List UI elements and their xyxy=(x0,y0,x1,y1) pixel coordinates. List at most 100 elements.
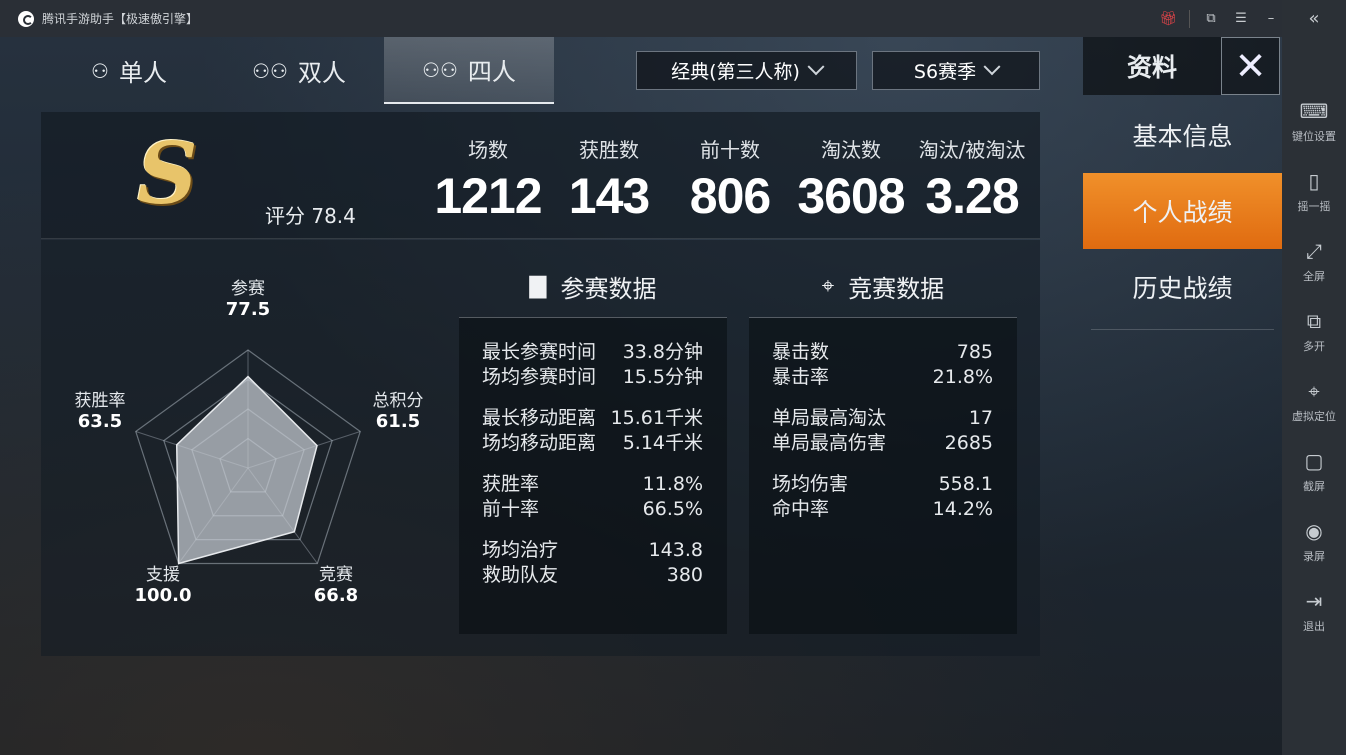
score-value: 78.4 xyxy=(311,204,356,228)
stat-label: 场数 xyxy=(468,138,508,162)
stat-value: 3608 xyxy=(797,168,905,224)
crosshair-icon: ⌖ xyxy=(821,274,835,299)
stat-row: 暴击率 21.8% xyxy=(749,365,1017,390)
stat-label: 获胜数 xyxy=(579,138,639,162)
stat-row-label: 场均参赛时间 xyxy=(482,366,597,388)
menu-item-personal-stats[interactable]: 个人战绩 xyxy=(1083,173,1282,249)
stat-top10: 前十数 806 xyxy=(670,134,790,225)
radar-label-participation: 参赛 77.5 xyxy=(203,274,293,320)
sidebar-item-label: 多开 xyxy=(1303,340,1325,353)
stat-row-value: 66.5% xyxy=(642,498,703,520)
tab-label: 单人 xyxy=(118,59,167,87)
app-logo-icon xyxy=(18,10,34,27)
radar-axis-value: 63.5 xyxy=(77,411,123,432)
stat-group: 场均伤害 558.1 命中率 14.2% xyxy=(749,472,1017,522)
sidebar-item-multi[interactable]: ⧉ 多开 xyxy=(1282,297,1346,367)
stat-label: 淘汰/被淘汰 xyxy=(918,138,1026,162)
season-dropdown[interactable]: S6赛季 xyxy=(872,51,1040,90)
stat-group: 场均治疗 143.8 救助队友 380 xyxy=(459,538,727,588)
divider xyxy=(1091,329,1274,330)
sidebar-item-shake[interactable]: ▯ 摇一摇 xyxy=(1282,157,1346,227)
stat-row: 场均移动距离 5.14千米 xyxy=(459,431,727,456)
collapse-sidebar-icon[interactable]: « xyxy=(1282,0,1346,37)
mode-dropdown[interactable]: 经典(第三人称) xyxy=(636,51,857,90)
section-title: 参赛数据 xyxy=(560,275,657,303)
game-screen: ⚇ 单人 ⚇⚇ 双人 ⚇⚇ 四人 经典(第三人称) S6赛季 S 评分 78.4… xyxy=(0,37,1282,755)
stat-row: 场均伤害 558.1 xyxy=(749,472,1017,497)
sidebar-item-label: 截屏 xyxy=(1303,480,1325,493)
stat-row-value: 15.61千米 xyxy=(610,407,703,429)
gift-icon[interactable]: 🎁︎ xyxy=(1153,0,1183,37)
stat-row-value: 17 xyxy=(968,407,993,429)
shake-icon: ▯ xyxy=(1308,169,1320,193)
sidebar-item-screenshot[interactable]: ▢ 截屏 xyxy=(1282,437,1346,507)
stat-row-label: 救助队友 xyxy=(482,564,559,586)
sidebar-item-fullscreen[interactable]: ⤢ 全屏 xyxy=(1282,227,1346,297)
stat-wins: 获胜数 143 xyxy=(549,134,669,225)
screenshot-icon: ▢ xyxy=(1304,449,1324,473)
stat-group: 最长移动距离 15.61千米 场均移动距离 5.14千米 xyxy=(459,406,727,456)
radar-label-support: 支援 100.0 xyxy=(118,560,208,606)
menu-item-match-history[interactable]: 历史战绩 xyxy=(1083,249,1282,325)
profile-menu-header: 资料 ✕ xyxy=(1083,37,1282,95)
radar-label-winrate: 获胜率 63.5 xyxy=(55,386,145,432)
stat-row: 单局最高淘汰 17 xyxy=(749,406,1017,431)
location-icon: ⌖ xyxy=(1308,379,1320,403)
menu-icon[interactable]: ☰ xyxy=(1226,0,1256,37)
stat-value: 143 xyxy=(568,168,650,224)
sidebar-item-location[interactable]: ⌖ 虚拟定位 xyxy=(1282,367,1346,437)
sidebar-item-label: 录屏 xyxy=(1303,550,1325,563)
combat-header: ⌖ 竞赛数据 xyxy=(749,256,1017,318)
score-label: 评分 xyxy=(265,204,305,228)
menu-item-basic-info[interactable]: 基本信息 xyxy=(1083,97,1282,173)
stat-group: 获胜率 11.8% 前十率 66.5% xyxy=(459,472,727,522)
stat-row-value: 380 xyxy=(666,564,703,586)
stat-row-label: 获胜率 xyxy=(482,473,540,495)
sidebar-item-exit[interactable]: ⇥ 退出 xyxy=(1282,577,1346,647)
exit-icon: ⇥ xyxy=(1305,589,1323,613)
stat-row: 获胜率 11.8% xyxy=(459,472,727,497)
stat-row-value: 11.8% xyxy=(642,473,703,495)
bar-chart-icon: ▇ xyxy=(529,274,547,299)
stat-row-label: 单局最高淘汰 xyxy=(772,407,887,429)
stat-row-value: 143.8 xyxy=(648,539,703,561)
single-player-icon: ⚇ xyxy=(91,58,109,83)
stat-row: 单局最高伤害 2685 xyxy=(749,431,1017,456)
sidebar-item-keymap[interactable]: ⌨ 键位设置 xyxy=(1282,87,1346,157)
radar-label-points: 总积分 61.5 xyxy=(353,386,443,432)
sidebar-item-label: 退出 xyxy=(1303,620,1325,633)
profile-menu-title: 资料 xyxy=(1083,37,1221,95)
stat-group: 最长参赛时间 33.8分钟 场均参赛时间 15.5分钟 xyxy=(459,340,727,390)
profile-menu: 资料 ✕ 基本信息 个人战绩 历史战绩 xyxy=(1083,37,1282,755)
stat-kd: 淘汰/被淘汰 3.28 xyxy=(912,134,1032,225)
stat-row: 最长移动距离 15.61千米 xyxy=(459,406,727,431)
stat-row-label: 场均伤害 xyxy=(772,473,849,495)
popout-icon[interactable]: ⧉ xyxy=(1196,0,1226,37)
stat-row-value: 5.14千米 xyxy=(622,432,703,454)
stat-row: 救助队友 380 xyxy=(459,563,727,588)
radar-axis-value: 66.8 xyxy=(313,585,359,606)
stat-matches: 场数 1212 xyxy=(428,134,548,225)
sidebar-item-label: 摇一摇 xyxy=(1297,200,1331,213)
stat-row-label: 单局最高伤害 xyxy=(772,432,887,454)
tab-solo[interactable]: ⚇ 单人 xyxy=(44,37,214,104)
divider xyxy=(1189,9,1190,28)
close-panel-button[interactable]: ✕ xyxy=(1221,37,1280,95)
stat-row: 场均参赛时间 15.5分钟 xyxy=(459,365,727,390)
radar-axis-name: 支援 xyxy=(146,565,180,585)
tab-duo[interactable]: ⚇⚇ 双人 xyxy=(214,37,384,104)
sidebar-item-record[interactable]: ◉ 录屏 xyxy=(1282,507,1346,577)
mode-value: 经典(第三人称) xyxy=(671,61,800,83)
participation-data-section: ▇ 参赛数据 最长参赛时间 33.8分钟 场均参赛时间 15.5分钟 最长移动距离 15.… xyxy=(459,256,727,634)
tab-squad[interactable]: ⚇⚇ 四人 xyxy=(384,37,554,104)
stat-row-label: 暴击数 xyxy=(772,341,830,363)
stat-row-value: 33.8分钟 xyxy=(622,341,703,363)
team-mode-tabs: ⚇ 单人 ⚇⚇ 双人 ⚇⚇ 四人 xyxy=(44,37,554,104)
stat-row-label: 最长移动距离 xyxy=(482,407,597,429)
rank-badge: S xyxy=(137,124,198,223)
multi-instance-icon: ⧉ xyxy=(1306,309,1322,333)
stat-row-value: 14.2% xyxy=(932,498,993,520)
score-text: 评分 78.4 xyxy=(265,200,356,229)
sidebar-item-label: 虚拟定位 xyxy=(1292,410,1336,423)
stat-row: 命中率 14.2% xyxy=(749,497,1017,522)
